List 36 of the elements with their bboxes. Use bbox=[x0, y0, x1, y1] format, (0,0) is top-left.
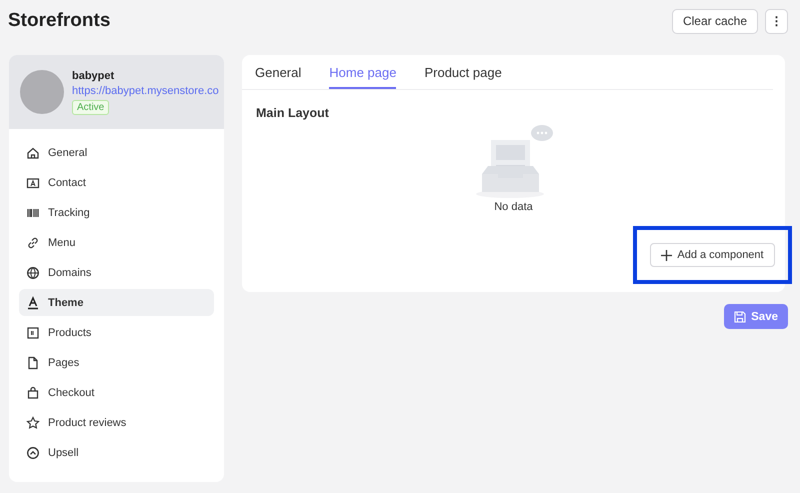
nav-icon bbox=[26, 416, 40, 430]
sidebar-item[interactable]: Pages bbox=[19, 349, 214, 376]
nav-icon bbox=[26, 176, 40, 190]
page-title: Storefronts bbox=[8, 10, 110, 32]
sidebar-item[interactable]: Upsell bbox=[19, 439, 214, 466]
nav-icon bbox=[26, 326, 40, 340]
more-options-button[interactable]: ⋮ bbox=[765, 8, 788, 34]
sidebar-item[interactable]: Products bbox=[19, 319, 214, 346]
nav-icon bbox=[26, 146, 40, 160]
save-icon bbox=[734, 310, 746, 322]
empty-message: No data bbox=[494, 201, 533, 213]
plus-icon bbox=[661, 250, 672, 260]
section-title: Main Layout bbox=[256, 106, 330, 120]
sidebar-item[interactable]: General bbox=[19, 139, 214, 166]
nav-icon bbox=[26, 266, 40, 280]
clear-cache-button[interactable]: Clear cache bbox=[672, 8, 758, 34]
avatar bbox=[20, 70, 64, 114]
nav-icon bbox=[26, 236, 40, 250]
nav-icon bbox=[26, 356, 40, 370]
sidebar-item[interactable]: Menu bbox=[19, 229, 214, 256]
empty-inbox-icon bbox=[474, 124, 554, 199]
store-name: babypet bbox=[72, 70, 116, 82]
nav-icon bbox=[26, 296, 40, 310]
sidebar-item[interactable]: Theme bbox=[19, 289, 214, 316]
tab[interactable]: General bbox=[255, 65, 302, 89]
tab[interactable]: Home page bbox=[329, 65, 396, 89]
tab[interactable]: Product page bbox=[424, 65, 502, 89]
nav-icon bbox=[26, 446, 40, 460]
sidebar-item[interactable]: Checkout bbox=[19, 379, 214, 406]
sidebar-item[interactable]: Product reviews bbox=[19, 409, 214, 436]
add-component-button[interactable]: Add a component bbox=[650, 243, 775, 267]
sidebar-item[interactable]: Domains bbox=[19, 259, 214, 286]
status-badge: Active bbox=[72, 100, 110, 114]
nav-icon bbox=[26, 386, 40, 400]
sidebar-item[interactable]: Tracking bbox=[19, 199, 214, 226]
sidebar-item[interactable]: Contact bbox=[19, 169, 214, 196]
